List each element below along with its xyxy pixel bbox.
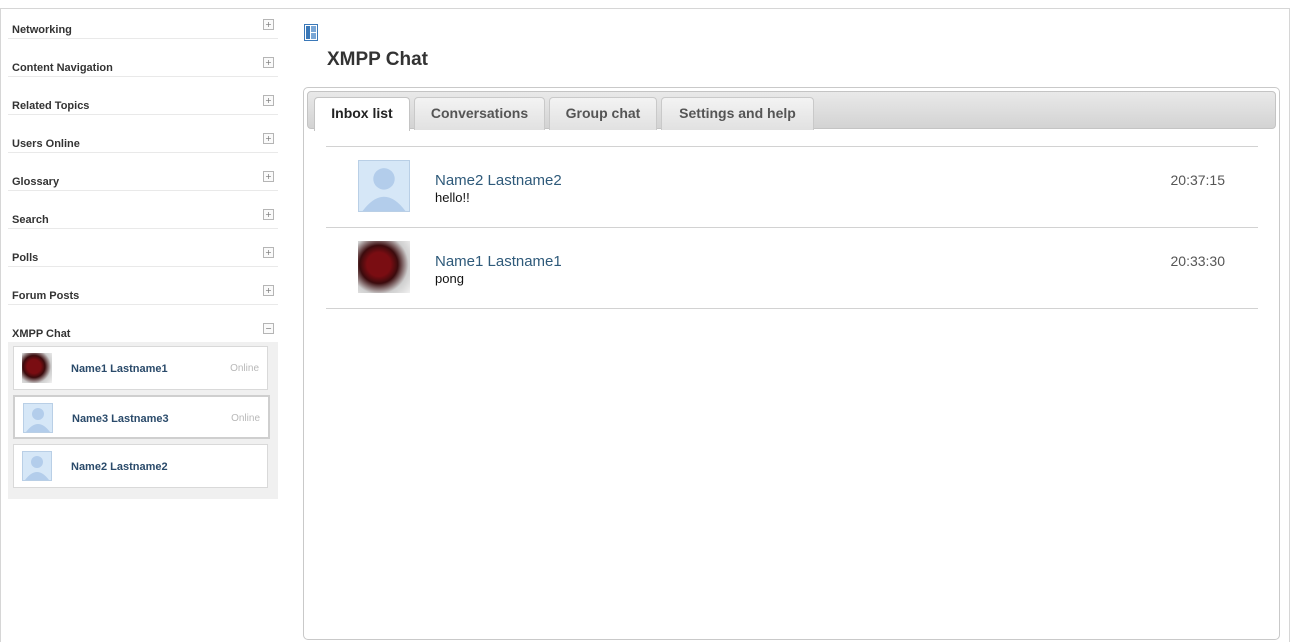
- block-header[interactable]: Content Navigation +: [8, 56, 278, 77]
- tab-conversations[interactable]: Conversations: [414, 97, 545, 130]
- block-forum-posts[interactable]: Forum Posts +: [8, 284, 278, 305]
- block-header[interactable]: Polls +: [8, 246, 278, 267]
- block-title: Users Online: [12, 138, 80, 150]
- avatar: [358, 241, 410, 293]
- block-header[interactable]: Search +: [8, 208, 278, 229]
- expand-icon[interactable]: +: [263, 19, 274, 30]
- block-title: Content Navigation: [12, 62, 113, 74]
- expand-icon[interactable]: +: [263, 209, 274, 220]
- default-user-icon: [362, 168, 406, 211]
- block-title: Glossary: [12, 176, 60, 188]
- block-title: Networking: [12, 24, 72, 36]
- avatar: [22, 353, 52, 383]
- avatar: [22, 451, 52, 481]
- tab-settings-and-help[interactable]: Settings and help: [661, 97, 814, 130]
- expand-icon[interactable]: +: [263, 247, 274, 258]
- inbox-list: Name2 Lastname2 hello!! 20:37:15 Name1 L…: [326, 146, 1258, 309]
- message-preview: hello!!: [435, 190, 470, 205]
- tool-icon: [304, 24, 318, 41]
- contact-status: Online: [230, 363, 259, 374]
- inbox-item[interactable]: Name1 Lastname1 pong 20:33:30: [326, 227, 1258, 309]
- block-title: Search: [12, 214, 49, 226]
- block-header[interactable]: XMPP Chat −: [8, 322, 278, 342]
- block-header[interactable]: Forum Posts +: [8, 284, 278, 305]
- sidebar: Networking + Content Navigation + Related …: [8, 18, 278, 499]
- contact-item[interactable]: Name3 Lastname3 Online: [13, 395, 270, 439]
- block-users-online[interactable]: Users Online +: [8, 132, 278, 153]
- sender-name[interactable]: Name1 Lastname1: [435, 253, 562, 270]
- block-title: Related Topics: [12, 100, 90, 112]
- block-title: Forum Posts: [12, 290, 80, 302]
- block-header[interactable]: Related Topics +: [8, 94, 278, 115]
- chat-panel: Inbox list Conversations Group chat Sett…: [303, 87, 1280, 640]
- tab-inbox-list[interactable]: Inbox list: [314, 97, 410, 131]
- contact-item[interactable]: Name1 Lastname1 Online: [13, 346, 268, 390]
- block-xmpp-chat: XMPP Chat − Name1 Lastname1 Online Name3…: [8, 322, 278, 499]
- expand-icon[interactable]: +: [263, 285, 274, 296]
- contact-list: Name1 Lastname1 Online Name3 Lastname3 O…: [8, 342, 278, 499]
- expand-icon[interactable]: +: [263, 57, 274, 68]
- message-time: 20:37:15: [1170, 172, 1226, 188]
- block-search[interactable]: Search +: [8, 208, 278, 229]
- tab-group-chat[interactable]: Group chat: [549, 97, 657, 130]
- inbox-item[interactable]: Name2 Lastname2 hello!! 20:37:15: [326, 146, 1258, 227]
- collapse-icon[interactable]: −: [263, 323, 274, 334]
- expand-icon[interactable]: +: [263, 95, 274, 106]
- contact-item[interactable]: Name2 Lastname2: [13, 444, 268, 488]
- default-user-icon: [26, 408, 50, 432]
- block-glossary[interactable]: Glossary +: [8, 170, 278, 191]
- message-preview: pong: [435, 271, 464, 286]
- contact-name: Name1 Lastname1: [71, 363, 168, 375]
- expand-icon[interactable]: +: [263, 133, 274, 144]
- contact-name: Name3 Lastname3: [72, 413, 169, 425]
- contact-status: Online: [231, 413, 260, 424]
- block-header[interactable]: Users Online +: [8, 132, 278, 153]
- block-content-navigation[interactable]: Content Navigation +: [8, 56, 278, 77]
- tab-bar: Inbox list Conversations Group chat Sett…: [307, 91, 1276, 131]
- page-title: XMPP Chat: [327, 49, 429, 70]
- contact-name: Name2 Lastname2: [71, 461, 168, 473]
- default-user-icon: [25, 456, 49, 480]
- block-header[interactable]: Networking +: [8, 18, 278, 39]
- block-header[interactable]: Glossary +: [8, 170, 278, 191]
- expand-icon[interactable]: +: [263, 171, 274, 182]
- block-title: Polls: [12, 252, 39, 264]
- avatar: [358, 160, 410, 212]
- block-networking[interactable]: Networking +: [8, 18, 278, 39]
- block-title: XMPP Chat: [12, 328, 71, 340]
- avatar: [23, 403, 53, 433]
- message-time: 20:33:30: [1170, 253, 1226, 269]
- block-polls[interactable]: Polls +: [8, 246, 278, 267]
- block-related-topics[interactable]: Related Topics +: [8, 94, 278, 115]
- sender-name[interactable]: Name2 Lastname2: [435, 172, 562, 189]
